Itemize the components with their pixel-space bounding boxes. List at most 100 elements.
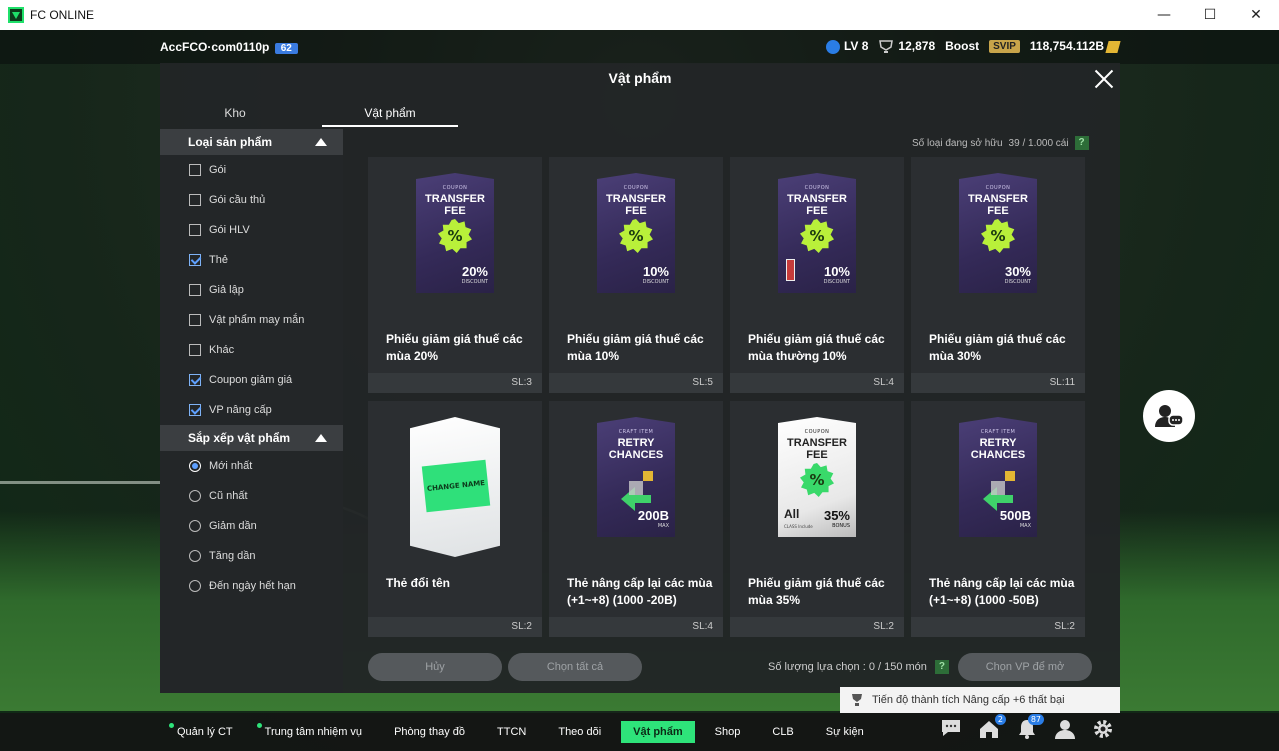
nav-item[interactable]: TTCN	[485, 721, 538, 743]
home-icon[interactable]: 2	[978, 714, 1006, 742]
filter-option[interactable]: Gói	[160, 155, 343, 185]
checkbox-checked-icon[interactable]	[189, 374, 201, 386]
cancel-button[interactable]: Hủy	[368, 653, 502, 681]
card-value-sub: MAX	[1019, 523, 1031, 529]
account-badge: 62	[274, 43, 298, 54]
item-art: COUPON TRANSFER FEE% 10% DISCOUNT	[549, 157, 723, 317]
bp-display: 118,754.112B	[1030, 39, 1121, 53]
sort-header[interactable]: Sắp xếp vật phẩm	[160, 425, 343, 451]
svip-badge: SVIP	[989, 39, 1020, 53]
nav-item-label: Phòng thay đồ	[394, 726, 466, 738]
radio-icon[interactable]	[189, 550, 201, 562]
nav-item[interactable]: CLB	[760, 721, 805, 743]
restricted-icon	[786, 259, 795, 281]
sort-option[interactable]: Tăng dần	[160, 541, 343, 571]
items-modal: Vật phẩm Kho Vật phẩm Loại sản phẩm Gói G…	[160, 63, 1120, 693]
item-card[interactable]: COUPON TRANSFER FEE% 10% DISCOUNT Phiếu giảm…	[730, 157, 904, 393]
checkbox-icon[interactable]	[189, 224, 201, 236]
nav-item[interactable]: Sự kiện	[814, 721, 876, 743]
nav-item[interactable]: Trung tâm nhiệm vụ	[253, 721, 374, 743]
filter-option[interactable]: Khác	[160, 335, 343, 365]
owned-label: Số loại đang sở hữu	[912, 137, 1003, 149]
nav-item[interactable]: Vật phẩm	[621, 721, 695, 743]
help-button[interactable]: ?	[1074, 136, 1089, 150]
chat-icon[interactable]	[940, 718, 964, 742]
coupon-card-image: COUPON TRANSFER FEE% 10% DISCOUNT	[597, 173, 675, 293]
account-name: AccFCO·com0110p	[160, 40, 270, 54]
sort-option[interactable]: Giảm dần	[160, 511, 343, 541]
filter-option[interactable]: VP nâng cấp	[160, 395, 343, 425]
item-card[interactable]: COUPON TRANSFER FEE% 20% DISCOUNT Phiếu giảm…	[368, 157, 542, 393]
caret-up-icon	[315, 138, 327, 146]
achievement-text: Tiến độ thành tích Nâng cấp +6 thất bại	[872, 694, 1065, 706]
retry-arrow-icon	[615, 469, 657, 513]
checkbox-icon[interactable]	[189, 284, 201, 296]
selection-help-button[interactable]: ?	[934, 660, 949, 674]
select-all-button[interactable]: Chọn tất cả	[508, 653, 642, 681]
change-name-card-image: CHANGE NAME	[410, 417, 500, 557]
radio-icon[interactable]	[189, 520, 201, 532]
minimize-button[interactable]: —	[1141, 0, 1187, 30]
card-heading: TRANSFER FEE	[787, 193, 847, 217]
support-chat-button[interactable]	[1143, 390, 1195, 442]
maximize-button[interactable]: ☐	[1187, 0, 1233, 30]
tab-vat-pham[interactable]: Vật phẩm	[322, 101, 458, 127]
sort-option[interactable]: Cũ nhất	[160, 481, 343, 511]
card-value-sub: DISCOUNT	[823, 279, 850, 285]
type-filter-header[interactable]: Loại sản phẩm	[160, 129, 343, 155]
radio-icon[interactable]	[189, 580, 201, 592]
filter-option-label: VP nâng cấp	[209, 404, 272, 416]
achievement-toast[interactable]: Tiến độ thành tích Nâng cấp +6 thất bại	[840, 687, 1120, 713]
item-grid: COUPON TRANSFER FEE% 20% DISCOUNT Phiếu giảm…	[368, 157, 1088, 639]
item-card[interactable]: CRAFT ITEM RETRY CHANCES 500B MAX Thẻ nâng c…	[911, 401, 1085, 637]
filter-option[interactable]: Gói HLV	[160, 215, 343, 245]
sort-option[interactable]: Đến ngày hết hạn	[160, 571, 343, 601]
checkbox-checked-icon[interactable]	[189, 404, 201, 416]
item-card[interactable]: CRAFT ITEM RETRY CHANCES 200B MAX Thẻ nâng c…	[549, 401, 723, 637]
checkbox-checked-icon[interactable]	[189, 254, 201, 266]
filter-option-label: Gói cầu thủ	[209, 194, 266, 206]
filter-option[interactable]: Giả lập	[160, 275, 343, 305]
checkbox-icon[interactable]	[189, 194, 201, 206]
sort-option-label: Đến ngày hết hạn	[209, 580, 296, 592]
nav-item[interactable]: Theo dõi	[546, 721, 613, 743]
modal-title: Vật phẩm	[608, 70, 672, 86]
coupon-card-image: COUPON TRANSFER FEE% All CLASS Include 35% BO…	[778, 417, 856, 537]
nav-item[interactable]: Quản lý CT	[165, 721, 245, 743]
item-card[interactable]: COUPON TRANSFER FEE% All CLASS Include 35% BO…	[730, 401, 904, 637]
level-icon	[825, 39, 840, 54]
bell-notification-badge: 87	[1027, 714, 1044, 725]
close-window-button[interactable]: ✕	[1233, 0, 1279, 30]
sort-option[interactable]: Mới nhất	[160, 451, 343, 481]
nav-item[interactable]: Phòng thay đồ	[382, 721, 477, 743]
item-art: COUPON TRANSFER FEE% 30% DISCOUNT	[911, 157, 1085, 317]
item-card[interactable]: CHANGE NAME Thẻ đổi tên SL:2	[368, 401, 542, 637]
nav-item-label: TTCN	[497, 726, 527, 738]
item-card[interactable]: COUPON TRANSFER FEE% 10% DISCOUNT Phiếu giảm…	[549, 157, 723, 393]
close-icon[interactable]	[1092, 67, 1116, 91]
trophy-display: 12,878	[878, 39, 935, 54]
filter-option[interactable]: Coupon giảm giá	[160, 365, 343, 395]
filter-option[interactable]: Vật phẩm may mắn	[160, 305, 343, 335]
filter-option[interactable]: Thẻ	[160, 245, 343, 275]
card-heading: TRANSFER FEE	[968, 193, 1028, 217]
card-heading: TRANSFER FEE	[425, 193, 485, 217]
item-card[interactable]: COUPON TRANSFER FEE% 30% DISCOUNT Phiếu giảm…	[911, 157, 1085, 393]
card-kicker: COUPON	[985, 185, 1011, 191]
open-items-button[interactable]: Chọn VP để mở	[958, 653, 1092, 681]
checkbox-icon[interactable]	[189, 314, 201, 326]
support-chat-icon	[1155, 405, 1183, 427]
profile-icon[interactable]	[1054, 718, 1078, 742]
radio-selected-icon[interactable]	[189, 460, 201, 472]
filter-option[interactable]: Gói cầu thủ	[160, 185, 343, 215]
bottom-nav: Quản lý CT Trung tâm nhiệm vụ Phòng thay đ…	[0, 713, 1279, 751]
tab-kho[interactable]: Kho	[160, 101, 310, 127]
nav-item[interactable]: Shop	[703, 721, 753, 743]
radio-icon[interactable]	[189, 490, 201, 502]
settings-gear-icon[interactable]	[1092, 718, 1116, 742]
card-heading: TRANSFER FEE	[606, 193, 666, 217]
checkbox-icon[interactable]	[189, 344, 201, 356]
checkbox-icon[interactable]	[189, 164, 201, 176]
bell-icon[interactable]: 87	[1016, 714, 1044, 742]
trophy-icon	[879, 40, 894, 53]
